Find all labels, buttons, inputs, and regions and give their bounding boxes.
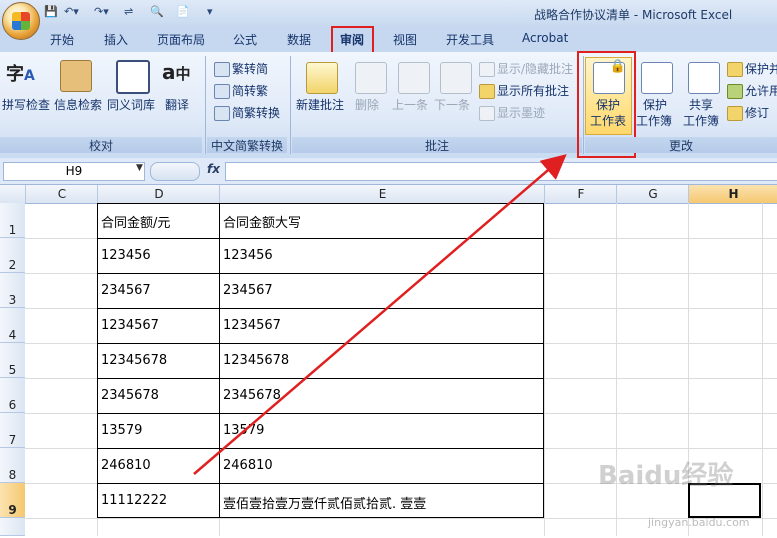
office-button[interactable]: [2, 2, 40, 40]
office-logo-icon: [12, 12, 30, 30]
arrow-line: [193, 154, 567, 475]
annotation-arrow: [193, 154, 567, 475]
